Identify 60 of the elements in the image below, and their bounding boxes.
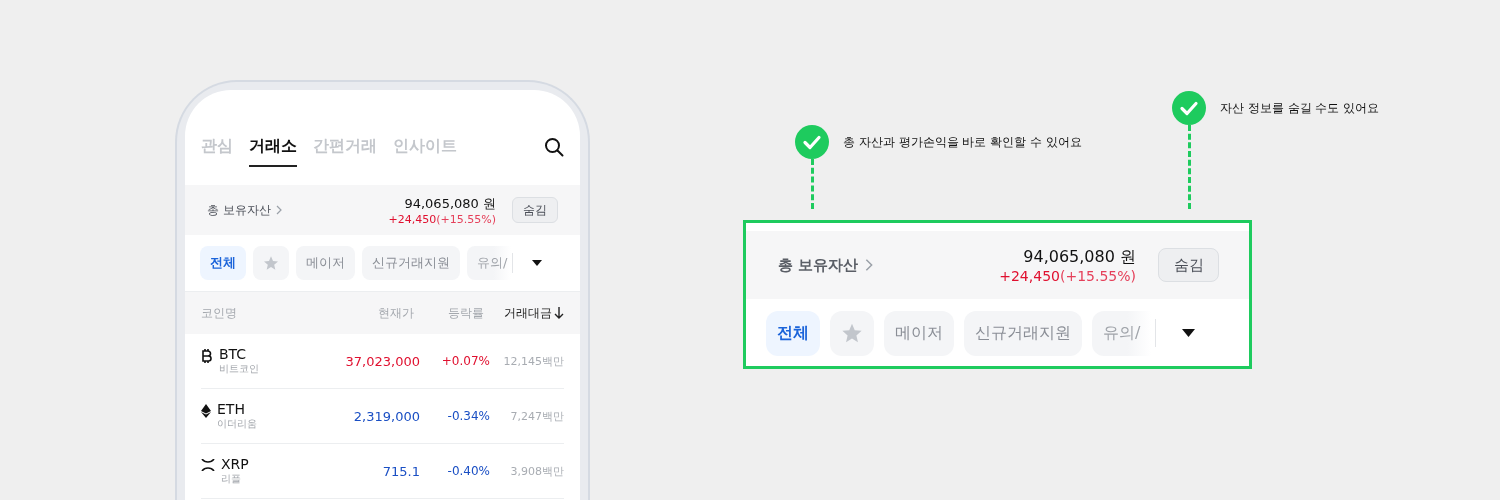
profit-rate: (+15.55%) — [436, 212, 496, 226]
column-header[interactable]: 코인명 — [201, 304, 344, 322]
filter-chip[interactable]: 신규거래지원 — [362, 246, 460, 280]
filter-chip[interactable]: 신규거래지원 — [964, 310, 1082, 356]
total-assets-link[interactable]: 총 보유자산 — [778, 255, 859, 275]
trade-volume: 7,247백만 — [509, 408, 564, 424]
total-amount: 94,065,080 원 — [1022, 246, 1136, 268]
coin-row[interactable]: ETH 이더리움 2,319,000 -0.34% 7,247백만 — [201, 389, 564, 444]
trade-volume: 3,908백만 — [509, 463, 564, 479]
coin-symbol: ETH — [217, 401, 246, 417]
search-icon[interactable] — [544, 137, 564, 157]
filter-chip[interactable]: 전체 — [766, 310, 820, 356]
check-icon — [795, 125, 829, 159]
tab[interactable]: 간편거래 — [313, 135, 377, 167]
coin-name: 비트코인 — [219, 362, 259, 376]
callout-text: 자산 정보를 숨길 수도 있어요 — [1220, 100, 1380, 117]
tab[interactable]: 관심 — [201, 135, 233, 167]
change-rate: +0.07% — [440, 354, 490, 368]
total-assets-link[interactable]: 총 보유자산 — [207, 201, 271, 219]
change-rate: -0.40% — [446, 464, 490, 478]
current-price: 2,319,000 — [352, 408, 420, 424]
sort-down-icon — [554, 307, 564, 319]
tab[interactable]: 거래소 — [249, 135, 297, 167]
filter-chip[interactable]: 메이저 — [884, 310, 954, 356]
chevron-right-icon[interactable] — [275, 205, 282, 215]
column-header[interactable]: 현재가 — [344, 304, 414, 322]
tab[interactable]: 인사이트 — [393, 135, 457, 167]
trade-volume: 12,145백만 — [502, 353, 564, 369]
coin-row[interactable]: BTC 비트코인 37,023,000 +0.07% 12,145백만 — [201, 334, 564, 389]
profit-amount: +24,450 — [388, 212, 437, 226]
coin-name: 리플 — [221, 472, 242, 486]
favorites-chip[interactable] — [253, 246, 289, 280]
change-rate: -0.34% — [446, 409, 490, 423]
coin-name: 이더리움 — [217, 417, 257, 431]
leader-line — [810, 159, 814, 209]
profit-rate: (+15.55%) — [1059, 267, 1136, 284]
star-icon — [841, 322, 863, 344]
filter-chip[interactable]: 메이저 — [296, 246, 355, 280]
profit-amount: +24,450 — [999, 267, 1060, 284]
ethereum-icon — [201, 404, 211, 418]
xrp-icon — [201, 459, 215, 471]
filter-chip[interactable]: 전체 — [200, 246, 246, 280]
coin-row[interactable]: XRP 리플 715.1 -0.40% 3,908백만 — [201, 444, 564, 499]
coin-symbol: XRP — [221, 456, 249, 472]
star-icon — [263, 255, 279, 271]
current-price: 715.1 — [381, 463, 420, 479]
current-price: 37,023,000 — [344, 353, 420, 369]
column-header[interactable]: 거래대금 — [484, 304, 564, 322]
column-header[interactable]: 등락률 — [414, 304, 484, 322]
coin-symbol: BTC — [219, 346, 248, 362]
bitcoin-icon — [201, 349, 213, 363]
caret-icon[interactable] — [532, 260, 543, 266]
hide-button[interactable]: 숨김 — [512, 197, 558, 223]
caret-icon[interactable] — [1182, 329, 1196, 337]
hide-button[interactable]: 숨김 — [1158, 248, 1219, 282]
chevron-right-icon[interactable] — [865, 258, 874, 272]
favorites-chip[interactable] — [830, 310, 874, 356]
total-amount: 94,065,080 원 — [403, 194, 496, 213]
check-icon — [1172, 91, 1206, 125]
callout-text: 총 자산과 평가손익을 바로 확인할 수 있어요 — [843, 134, 1082, 151]
